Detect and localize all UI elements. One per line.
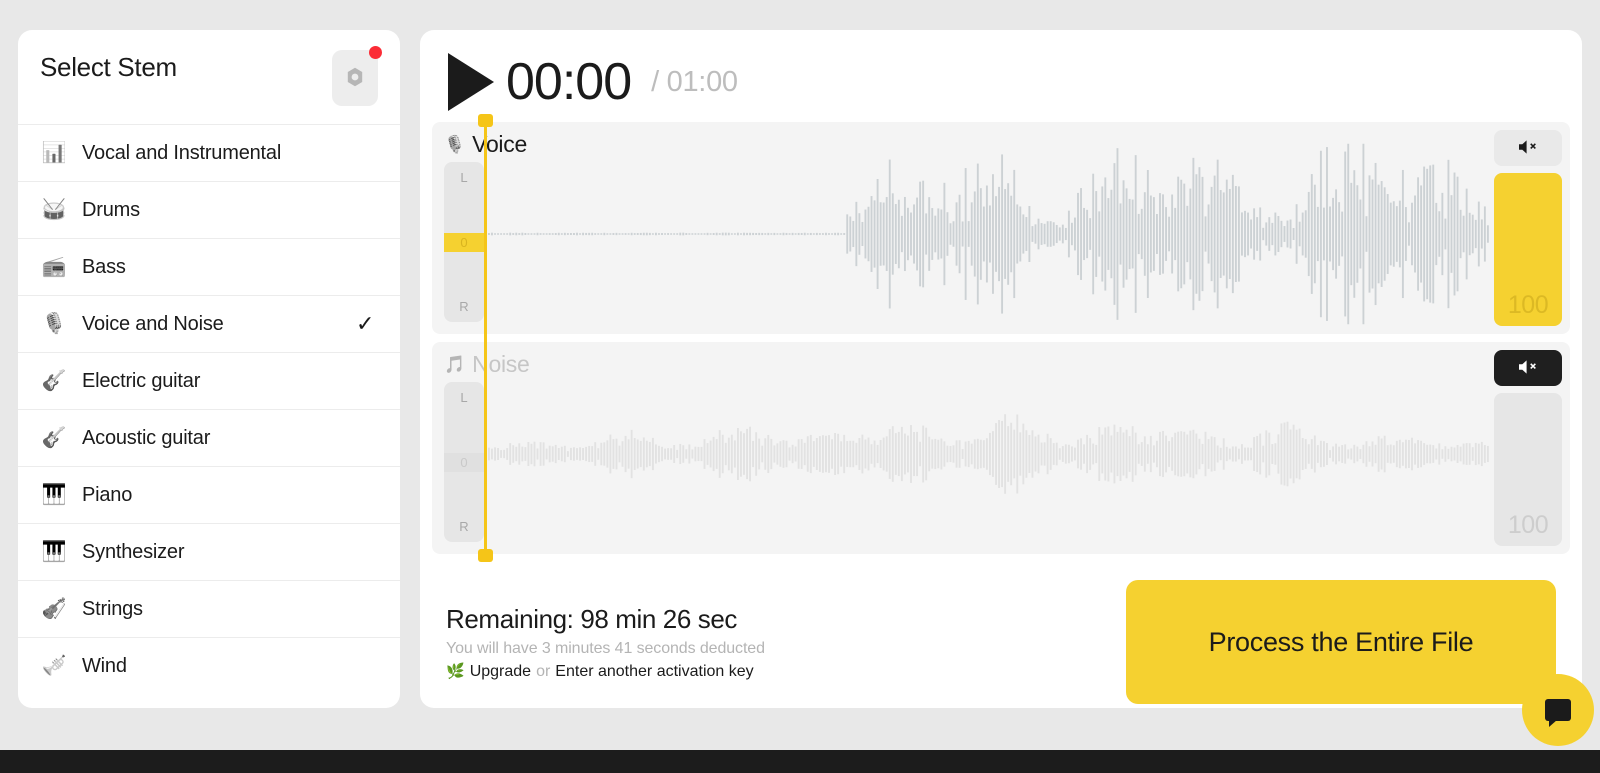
sidebar-item-wind[interactable]: 🎺 Wind — [18, 637, 400, 694]
track-list: 🎙️ Voice L 0 R 100 🎵 Noise L 0 R 100 — [432, 114, 1570, 562]
sidebar-item-acoustic-guitar[interactable]: 🎸 Acoustic guitar — [18, 409, 400, 466]
notification-dot — [369, 46, 382, 59]
settings-button[interactable] — [332, 46, 382, 106]
drum-icon: 🥁 — [41, 199, 67, 221]
app-root: Select Stem 📊 Vocal and Instrumental 🥁 Drum… — [0, 0, 1600, 773]
sidebar-item-piano[interactable]: 🎹 Piano — [18, 466, 400, 523]
track-name: Noise — [472, 351, 530, 377]
amp-icon: 📻 — [41, 256, 67, 278]
volume-value: 100 — [1507, 291, 1549, 319]
or-label: or — [536, 662, 551, 680]
sidebar-item-label: Acoustic guitar — [82, 426, 211, 449]
waveform-noise[interactable] — [488, 360, 1490, 548]
speaker-muted-icon — [1517, 358, 1539, 379]
gear-icon — [343, 65, 367, 92]
page-title: Select Stem — [40, 52, 177, 82]
sidebar-item-label: Piano — [82, 483, 133, 506]
sidebar-item-label: Voice and Noise — [82, 312, 224, 335]
pan-knob[interactable]: 0 — [444, 233, 484, 252]
wind-icon: 🎺 — [41, 655, 67, 677]
synthesizer-icon: 🎹 — [41, 541, 67, 563]
pan-knob[interactable]: 0 — [444, 453, 484, 472]
sidebar-item-label: Vocal and Instrumental — [82, 141, 282, 164]
sidebar-item-label: Electric guitar — [82, 369, 201, 392]
remaining-label: Remaining: 98 min 26 sec — [446, 603, 737, 634]
sidebar-item-label: Synthesizer — [82, 540, 185, 563]
bottom-bar — [0, 750, 1600, 773]
playhead[interactable] — [478, 114, 493, 562]
pan-slider[interactable]: L 0 R — [444, 162, 484, 322]
mute-button[interactable] — [1494, 350, 1562, 386]
upgrade-link[interactable]: Upgrade — [470, 663, 531, 681]
play-icon[interactable] — [448, 53, 494, 111]
sidebar-item-voice-and-noise[interactable]: 🎙️ Voice and Noise ✓ — [18, 295, 400, 352]
stem-sidebar: Select Stem 📊 Vocal and Instrumental 🥁 Drum… — [18, 30, 400, 708]
pan-label-left: L — [460, 390, 468, 405]
volume-slider[interactable]: 100 — [1494, 393, 1562, 546]
volume-slider[interactable]: 100 — [1494, 173, 1562, 326]
mute-button[interactable] — [1494, 130, 1562, 166]
track-voice[interactable]: 🎙️ Voice L 0 R 100 — [432, 122, 1570, 334]
music-note-icon: 🎵 — [444, 355, 466, 374]
track-controls: 100 — [1494, 130, 1562, 326]
piano-icon: 🎹 — [41, 484, 67, 506]
playhead-handle-bottom[interactable] — [478, 549, 493, 562]
sidebar-item-label: Strings — [82, 597, 143, 620]
footer-bar: Remaining: 98 min 26 sec You will have 3… — [432, 562, 1570, 708]
process-entire-file-button[interactable]: Process the Entire File — [1126, 580, 1556, 704]
quota-info: Remaining: 98 min 26 sec You will have 3… — [446, 604, 765, 681]
volume-value: 100 — [1507, 511, 1549, 539]
sidebar-header: Select Stem — [18, 30, 400, 124]
sidebar-item-label: Wind — [82, 654, 127, 677]
track-name: Voice — [472, 131, 527, 157]
player-header: 00:00 / 01:00 — [432, 46, 1570, 122]
sidebar-item-label: Bass — [82, 255, 126, 278]
deducted-label: You will have 3 minutes 41 seconds deduc… — [446, 639, 765, 657]
microphone-icon: 🎙️ — [444, 135, 466, 154]
acoustic-guitar-icon: 🎸 — [41, 427, 67, 449]
stem-list: 📊 Vocal and Instrumental 🥁 Drums 📻 Bass 🎙️ Voic… — [18, 124, 400, 708]
track-controls: 100 — [1494, 350, 1562, 546]
sidebar-item-synthesizer[interactable]: 🎹 Synthesizer — [18, 523, 400, 580]
sidebar-item-electric-guitar[interactable]: 🎸 Electric guitar — [18, 352, 400, 409]
waveform-icon: 📊 — [41, 142, 67, 164]
strings-icon: 🎻 — [41, 598, 67, 620]
total-time: / 01:00 — [651, 65, 738, 98]
playhead-handle-top[interactable] — [478, 114, 493, 127]
current-time: 00:00 — [506, 53, 632, 111]
sidebar-item-strings[interactable]: 🎻 Strings — [18, 580, 400, 637]
sidebar-item-vocal-and-instrumental[interactable]: 📊 Vocal and Instrumental — [18, 124, 400, 181]
chat-bubble-shape — [1545, 699, 1571, 727]
waveform-voice[interactable] — [488, 140, 1490, 328]
electric-guitar-icon: 🎸 — [41, 370, 67, 392]
leaf-icon: 🌿 — [446, 663, 465, 680]
pan-slider[interactable]: L 0 R — [444, 382, 484, 542]
pan-label-left: L — [460, 170, 468, 185]
activation-key-link[interactable]: Enter another activation key — [555, 663, 753, 681]
editor-panel: 00:00 / 01:00 🎙️ Voice L 0 R 100 🎵 Noise… — [420, 30, 1594, 746]
microphone-icon: 🎙️ — [41, 313, 67, 335]
sidebar-item-label: Drums — [82, 198, 140, 221]
upgrade-row: 🌿 Upgrade or Enter another activation ke… — [446, 663, 765, 681]
sidebar-item-bass[interactable]: 📻 Bass — [18, 238, 400, 295]
pan-label-right: R — [459, 299, 469, 314]
sidebar-item-drums[interactable]: 🥁 Drums — [18, 181, 400, 238]
chat-bubble-icon[interactable] — [1522, 674, 1594, 746]
pan-label-right: R — [459, 519, 469, 534]
track-noise[interactable]: 🎵 Noise L 0 R 100 — [432, 342, 1570, 554]
speaker-muted-icon — [1517, 138, 1539, 159]
check-icon: ✓ — [356, 311, 375, 336]
